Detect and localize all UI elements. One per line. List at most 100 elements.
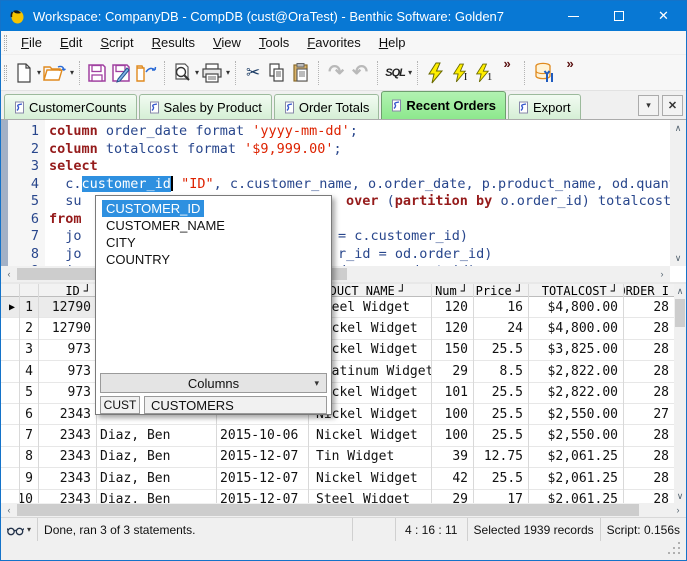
cell-order_id[interactable]: 28 xyxy=(623,468,674,490)
cell-id[interactable]: 12790 xyxy=(38,318,96,340)
cell-rownum[interactable]: 4 xyxy=(19,361,38,383)
autocomplete-item-city[interactable]: CITY xyxy=(102,234,140,251)
cell-totalcost[interactable]: $2,061.25 xyxy=(528,447,623,469)
cell-order_id[interactable]: 28 xyxy=(623,490,674,503)
editor-line[interactable]: 2 column totalcost format '$9,999.00'; xyxy=(1,140,670,158)
cell-rownum[interactable]: 10 xyxy=(19,490,38,503)
cell-id[interactable]: 973 xyxy=(38,340,96,362)
copy-button[interactable] xyxy=(265,59,289,87)
table-name-field[interactable]: CUSTOMERS xyxy=(144,396,327,414)
cell-rownum[interactable]: 2 xyxy=(19,318,38,340)
cell-product_name[interactable]: Nickel Widget xyxy=(308,468,431,490)
cell-num[interactable]: 42 xyxy=(431,468,473,490)
cell-price[interactable]: 25.5 xyxy=(473,425,528,447)
undo-button[interactable]: ↶ xyxy=(348,59,372,87)
menu-help[interactable]: Help xyxy=(370,31,415,55)
cell-price[interactable]: 25.5 xyxy=(473,340,528,362)
grid-vscrollbar[interactable]: ∧ ∨ xyxy=(674,284,686,503)
cell-totalcost[interactable]: $2,822.00 xyxy=(528,361,623,383)
tab-list-dropdown[interactable]: ▾ xyxy=(638,95,659,116)
autocomplete-item-customer-name[interactable]: CUSTOMER_NAME xyxy=(102,217,229,234)
cell-id[interactable]: 973 xyxy=(38,383,96,404)
cell-rownum[interactable]: 9 xyxy=(19,468,38,490)
cell-num[interactable]: 150 xyxy=(431,340,473,362)
cell-order_id[interactable]: 28 xyxy=(623,447,674,469)
cell-num[interactable]: 100 xyxy=(431,425,473,447)
row-marker-cell[interactable] xyxy=(1,425,19,447)
menu-results[interactable]: Results xyxy=(143,31,204,55)
cell-totalcost[interactable]: $2,822.00 xyxy=(528,383,623,404)
cell-order_id[interactable]: 28 xyxy=(623,340,674,362)
execute-overflow-button[interactable]: » xyxy=(495,55,519,71)
cell-totalcost[interactable]: $2,550.00 xyxy=(528,425,623,447)
cell-num[interactable]: 101 xyxy=(431,383,473,404)
scroll-down-icon[interactable]: ∨ xyxy=(670,250,686,266)
scroll-up-icon[interactable]: ∧ xyxy=(674,284,686,298)
tab-order-totals[interactable]: Order Totals xyxy=(273,94,380,119)
cell-order_id[interactable]: 28 xyxy=(623,361,674,383)
cell-order_date[interactable]: 2015-10-06 xyxy=(216,425,308,447)
cell-totalcost[interactable]: $4,800.00 xyxy=(528,318,623,340)
editor-vscrollbar[interactable]: ∧ ∨ xyxy=(670,120,686,266)
minimize-button[interactable] xyxy=(551,1,596,31)
cell-product_name[interactable]: Steel Widget xyxy=(308,490,431,503)
autocomplete-item-country[interactable]: COUNTRY xyxy=(102,251,174,268)
cell-product_name[interactable]: Nickel Widget xyxy=(308,425,431,447)
row-marker-cell[interactable] xyxy=(1,468,19,490)
tab-customercounts[interactable]: CustomerCounts xyxy=(4,94,137,119)
open-script-button[interactable] xyxy=(41,59,69,87)
row-marker-cell[interactable] xyxy=(1,447,19,469)
scroll-down-icon[interactable]: ∨ xyxy=(674,489,686,503)
revert-button[interactable] xyxy=(133,59,159,87)
open-script-dropdown[interactable]: ▾ xyxy=(70,68,74,77)
cell-id[interactable]: 12790 xyxy=(38,297,96,319)
scroll-up-icon[interactable]: ∧ xyxy=(670,120,686,136)
cell-order_id[interactable]: 28 xyxy=(623,425,674,447)
cell-id[interactable]: 2343 xyxy=(38,447,96,469)
row-marker-cell[interactable] xyxy=(1,490,19,503)
scroll-right-icon[interactable]: › xyxy=(654,266,670,282)
save-button[interactable] xyxy=(85,59,109,87)
cell-price[interactable]: 24 xyxy=(473,318,528,340)
status-view-button[interactable]: ▾ xyxy=(1,518,39,541)
paste-button[interactable] xyxy=(289,59,313,87)
grid-hscroll-thumb[interactable] xyxy=(17,504,639,516)
maximize-button[interactable] xyxy=(596,1,641,31)
column-header-id[interactable]: ID ┘ xyxy=(38,284,96,297)
menu-script[interactable]: Script xyxy=(91,31,142,55)
scroll-left-icon[interactable]: ‹ xyxy=(1,503,17,517)
row-marker-cell[interactable] xyxy=(1,383,19,404)
cell-rownum[interactable]: 6 xyxy=(19,404,38,426)
cell-num[interactable]: 100 xyxy=(431,404,473,426)
cell-price[interactable]: 25.5 xyxy=(473,404,528,426)
cell-id[interactable]: 2343 xyxy=(38,404,96,426)
cell-order_date[interactable]: 2015-12-07 xyxy=(216,468,308,490)
editor-line[interactable]: 1 column order_date format 'yyyy-mm-dd'; xyxy=(1,122,670,140)
cell-id[interactable]: 2343 xyxy=(38,490,96,503)
new-script-button[interactable] xyxy=(12,59,36,87)
print-dropdown[interactable]: ▾ xyxy=(226,68,230,77)
cell-price[interactable]: 17 xyxy=(473,490,528,503)
sql-options-button[interactable]: SQL xyxy=(383,59,407,87)
db-tools-button[interactable] xyxy=(530,59,558,87)
row-marker-cell[interactable] xyxy=(1,340,19,362)
cell-totalcost[interactable]: $2,061.25 xyxy=(528,490,623,503)
cell-num[interactable]: 120 xyxy=(431,297,473,319)
cell-rownum[interactable]: 8 xyxy=(19,447,38,469)
row-marker-cell[interactable] xyxy=(1,404,19,426)
tab-close-button[interactable]: ✕ xyxy=(662,95,683,116)
redo-button[interactable]: ↷ xyxy=(324,59,348,87)
cell-customer_name[interactable]: Diaz, Ben xyxy=(96,425,216,447)
save-as-button[interactable] xyxy=(109,59,133,87)
cell-num[interactable]: 120 xyxy=(431,318,473,340)
cell-customer_name[interactable]: Diaz, Ben xyxy=(96,490,216,503)
cell-product_name[interactable]: Tin Widget xyxy=(308,447,431,469)
row-marker-cell[interactable]: ▶ xyxy=(1,297,19,319)
cell-totalcost[interactable]: $4,800.00 xyxy=(528,297,623,319)
cell-price[interactable]: 12.75 xyxy=(473,447,528,469)
cell-num[interactable]: 29 xyxy=(431,361,473,383)
cell-order_id[interactable]: 28 xyxy=(623,383,674,404)
cell-price[interactable]: 8.5 xyxy=(473,361,528,383)
print-button[interactable] xyxy=(199,59,225,87)
cell-order_id[interactable]: 28 xyxy=(623,297,674,319)
